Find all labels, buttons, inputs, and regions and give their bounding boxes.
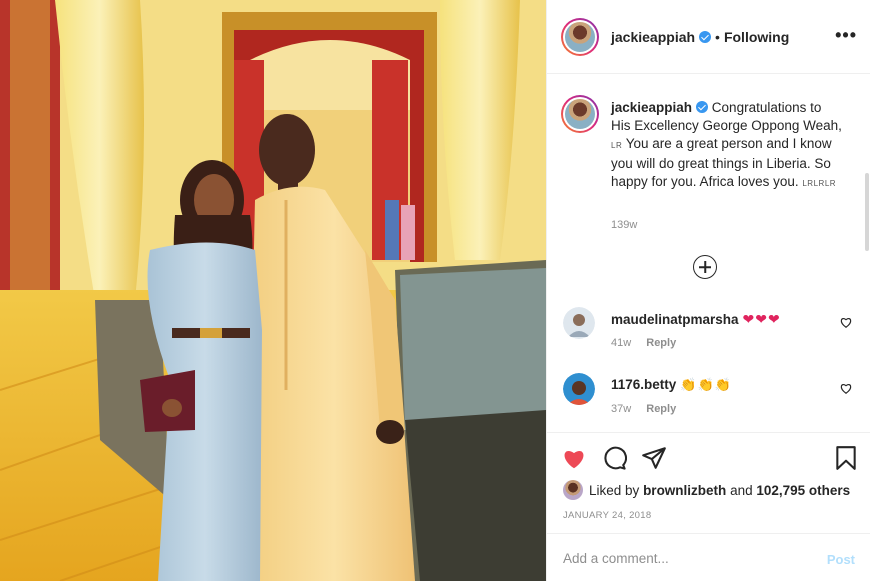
comment-time[interactable]: 41w [611, 337, 631, 349]
share-icon[interactable] [641, 445, 667, 471]
commenter-avatar[interactable] [563, 373, 595, 405]
author-avatar-image [565, 21, 595, 52]
save-bookmark-icon[interactable] [833, 445, 859, 471]
liker-avatar[interactable] [563, 480, 583, 500]
separator-dot: • [715, 28, 720, 45]
author-avatar[interactable] [561, 17, 599, 56]
add-comment-input[interactable] [563, 548, 803, 568]
commenter-username[interactable]: maudelinatpmarsha [611, 312, 739, 327]
likes-summary: Liked by brownlizbeth and 102,795 others [563, 480, 850, 500]
add-comment-bar: Post [547, 533, 870, 581]
comment-text: maudelinatpmarsha ❤❤❤ [611, 311, 781, 328]
more-options-icon[interactable]: ••• [835, 26, 857, 44]
comment-meta: 41w Reply [611, 337, 688, 349]
post-photo[interactable] [0, 0, 546, 581]
commenter-avatar[interactable] [563, 307, 595, 339]
author-username[interactable]: jackieappiah [611, 29, 695, 45]
comment-icon[interactable] [601, 445, 627, 471]
others-likes-link[interactable]: 102,795 others [756, 483, 850, 498]
comments-scrollbar[interactable] [865, 173, 869, 251]
like-heart-icon[interactable] [561, 445, 587, 471]
comment-like-heart-icon[interactable] [839, 315, 853, 329]
load-more-comments-icon[interactable] [693, 255, 717, 279]
caption-avatar[interactable] [561, 95, 599, 133]
caption-timestamp[interactable]: 139w [611, 219, 637, 231]
comment-meta: 37w Reply [611, 403, 688, 415]
comment-emoji: ❤❤❤ [742, 311, 781, 327]
comment-like-heart-icon[interactable] [839, 381, 853, 395]
comments-section[interactable]: jackieappiah Congratulations to His Exce… [547, 75, 870, 432]
photo-illustration [0, 0, 546, 581]
caption-username[interactable]: jackieappiah [611, 100, 692, 115]
commenter-username[interactable]: 1176.betty [611, 377, 676, 392]
comment-item: 1176.betty 👏👏👏 37w Reply [563, 373, 853, 432]
action-bar [547, 432, 870, 480]
comment-text: 1176.betty 👏👏👏 [611, 377, 732, 393]
post-date[interactable]: JANUARY 24, 2018 [563, 510, 651, 521]
following-button[interactable]: Following [724, 29, 789, 45]
caption-text: jackieappiah Congratulations to His Exce… [611, 100, 842, 189]
post-side-panel: jackieappiah • Following ••• jackieappia… [546, 0, 870, 581]
reply-button[interactable]: Reply [646, 403, 676, 415]
comment-emoji: 👏👏👏 [680, 377, 732, 392]
post-comment-button[interactable]: Post [827, 552, 855, 567]
verified-badge-icon [696, 101, 709, 113]
verified-badge-icon [699, 30, 712, 43]
comment-item: maudelinatpmarsha ❤❤❤ 41w Reply [563, 307, 853, 367]
liker-username[interactable]: brownlizbeth [643, 483, 726, 498]
reply-button[interactable]: Reply [646, 337, 676, 349]
post-header: jackieappiah • Following ••• [547, 0, 870, 74]
comment-time[interactable]: 37w [611, 403, 631, 415]
